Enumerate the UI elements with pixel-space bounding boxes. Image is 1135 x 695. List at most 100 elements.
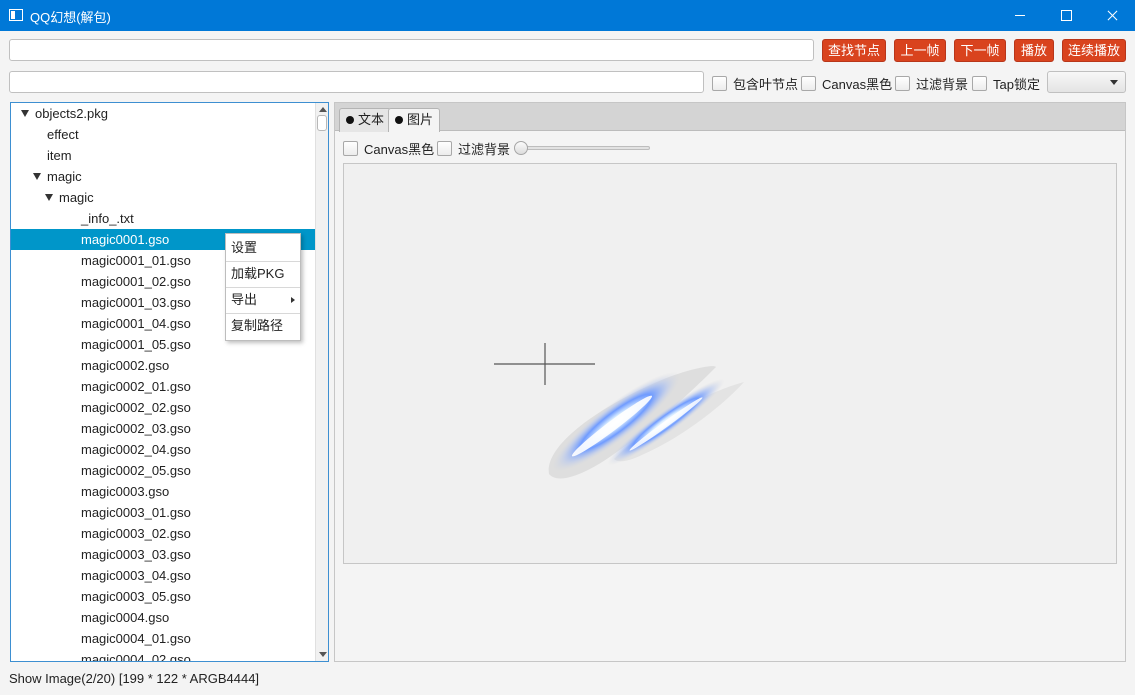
tree-item[interactable]: magic0002.gso — [11, 355, 316, 376]
zoom-slider[interactable] — [514, 141, 650, 155]
canvas-black-label: Canvas黑色 — [822, 77, 893, 92]
image-preview — [494, 343, 744, 479]
expand-triangle-icon[interactable] — [45, 194, 53, 201]
tree-item-label: magic0002_05.gso — [81, 463, 191, 478]
tree-item[interactable]: magic0003_05.gso — [11, 586, 316, 607]
tree-scrollbar[interactable] — [315, 103, 328, 661]
tree-item[interactable]: magic0003_01.gso — [11, 502, 316, 523]
tree-item[interactable]: magic — [11, 166, 316, 187]
tree-item[interactable]: magic0003_03.gso — [11, 544, 316, 565]
tree-item-label: magic0003.gso — [81, 484, 170, 499]
tree-item-label: magic0002_03.gso — [81, 421, 191, 436]
tree-item[interactable]: objects2.pkg — [11, 103, 316, 124]
tree-item[interactable]: magic0003_04.gso — [11, 565, 316, 586]
filter-bg-checkbox-top[interactable]: 过滤背景 — [895, 74, 968, 93]
status-text: Show Image(2/20) [199 * 122 * ARGB4444] — [9, 671, 260, 686]
filter-bg-checkbox[interactable]: 过滤背景 — [437, 139, 510, 158]
minimize-button[interactable] — [997, 0, 1043, 31]
menu-item-export[interactable]: 导出 — [226, 288, 300, 312]
tree-item[interactable]: item — [11, 145, 316, 166]
chevron-right-icon — [291, 297, 295, 303]
menu-item-export-label: 导出 — [231, 292, 258, 307]
tree-item-label: magic0001_03.gso — [81, 295, 191, 310]
tree-item-label: magic0004_01.gso — [81, 631, 191, 646]
combo-select[interactable] — [1047, 71, 1126, 93]
tree-item[interactable]: magic0003_02.gso — [11, 523, 316, 544]
tab-image[interactable]: 图片 — [388, 108, 441, 132]
tree-item-label: item — [47, 148, 72, 163]
tab-dot-icon — [395, 116, 403, 124]
next-frame-button[interactable]: 下一帧 — [954, 39, 1006, 62]
tree-item[interactable]: magic0004.gso — [11, 607, 316, 628]
tab-text[interactable]: 文本 — [339, 108, 392, 132]
menu-item-load-pkg[interactable]: 加载PKG — [226, 262, 300, 286]
tree-item-label: magic0004.gso — [81, 610, 170, 625]
canvas-black-label: Canvas黑色 — [364, 142, 435, 157]
search-input[interactable] — [9, 39, 814, 61]
tree-item[interactable]: effect — [11, 124, 316, 145]
tree-item[interactable]: magic0002_01.gso — [11, 376, 316, 397]
tree-item[interactable]: magic0002_04.gso — [11, 439, 316, 460]
path-input[interactable] — [9, 71, 704, 93]
prev-frame-button[interactable]: 上一帧 — [894, 39, 946, 62]
tree-item-label: magic0003_01.gso — [81, 505, 191, 520]
checkbox-box[interactable] — [895, 76, 910, 91]
checkbox-box[interactable] — [972, 76, 987, 91]
expand-triangle-icon[interactable] — [21, 110, 29, 117]
tree-item-label: magic0001_04.gso — [81, 316, 191, 331]
tree-item[interactable]: magic — [11, 187, 316, 208]
tree-item[interactable]: magic0002_02.gso — [11, 397, 316, 418]
scroll-down-arrow-icon[interactable] — [319, 652, 327, 657]
tree-item-label: magic — [47, 169, 82, 184]
menu-item-settings[interactable]: 设置 — [226, 236, 300, 260]
scroll-thumb[interactable] — [317, 115, 327, 131]
play-button[interactable]: 播放 — [1014, 39, 1054, 62]
tree-item[interactable]: magic0002_05.gso — [11, 460, 316, 481]
tree-item[interactable]: magic0002_03.gso — [11, 418, 316, 439]
tree-item-label: magic0001_05.gso — [81, 337, 191, 352]
include-leaf-label: 包含叶节点 — [733, 77, 799, 92]
canvas-black-checkbox[interactable]: Canvas黑色 — [343, 139, 434, 158]
tree-item-label: magic0002_04.gso — [81, 442, 191, 457]
tree-item-label: magic0003_02.gso — [81, 526, 191, 541]
canvas-black-checkbox-top[interactable]: Canvas黑色 — [801, 74, 892, 93]
scroll-up-arrow-icon[interactable] — [319, 107, 327, 112]
tab-image-label: 图片 — [407, 112, 434, 127]
filter-bg-label: 过滤背景 — [916, 77, 969, 92]
tree-item-label: magic0004_02.gso — [81, 652, 191, 662]
tree-item[interactable]: magic0004_02.gso — [11, 649, 316, 662]
tree-item[interactable]: magic0004_01.gso — [11, 628, 316, 649]
checkbox-box[interactable] — [343, 141, 358, 156]
tap-lock-checkbox[interactable]: Tap锁定 — [972, 74, 1040, 93]
context-menu: 设置 加载PKG 导出 复制路径 — [225, 233, 301, 341]
chevron-down-icon — [1110, 80, 1118, 85]
checkbox-box[interactable] — [712, 76, 727, 91]
maximize-button[interactable] — [1043, 0, 1089, 31]
tree-item-label: magic — [59, 190, 94, 205]
loop-play-button[interactable]: 连续播放 — [1062, 39, 1126, 62]
tree-item-label: effect — [47, 127, 79, 142]
checkbox-box[interactable] — [801, 76, 816, 91]
tree-item-label: magic0003_05.gso — [81, 589, 191, 604]
tab-dot-icon — [346, 116, 354, 124]
tree-item[interactable]: _info_.txt — [11, 208, 316, 229]
tree-item-label: magic0002_01.gso — [81, 379, 191, 394]
expand-triangle-icon[interactable] — [33, 173, 41, 180]
slider-knob[interactable] — [514, 141, 528, 155]
tree-item-label: magic0003_04.gso — [81, 568, 191, 583]
window-title: QQ幻想(解包) — [30, 10, 111, 25]
tree-item-label: magic0002_02.gso — [81, 400, 191, 415]
tree-item-label: magic0001.gso — [81, 232, 170, 247]
tap-lock-label: Tap锁定 — [993, 77, 1040, 92]
tree-item[interactable]: magic0003.gso — [11, 481, 316, 502]
image-canvas[interactable] — [343, 163, 1117, 564]
tab-text-label: 文本 — [358, 112, 385, 127]
find-node-button[interactable]: 查找节点 — [822, 39, 886, 62]
include-leaf-checkbox[interactable]: 包含叶节点 — [712, 74, 798, 93]
menu-item-copy-path[interactable]: 复制路径 — [226, 314, 300, 338]
tab-strip: 文本 图片 — [335, 103, 1125, 132]
file-tree[interactable]: objects2.pkg effect item magic magic _info_.t… — [10, 102, 329, 662]
checkbox-box[interactable] — [437, 141, 452, 156]
tree-item-label: magic0001_02.gso — [81, 274, 191, 289]
close-button[interactable] — [1089, 0, 1135, 31]
